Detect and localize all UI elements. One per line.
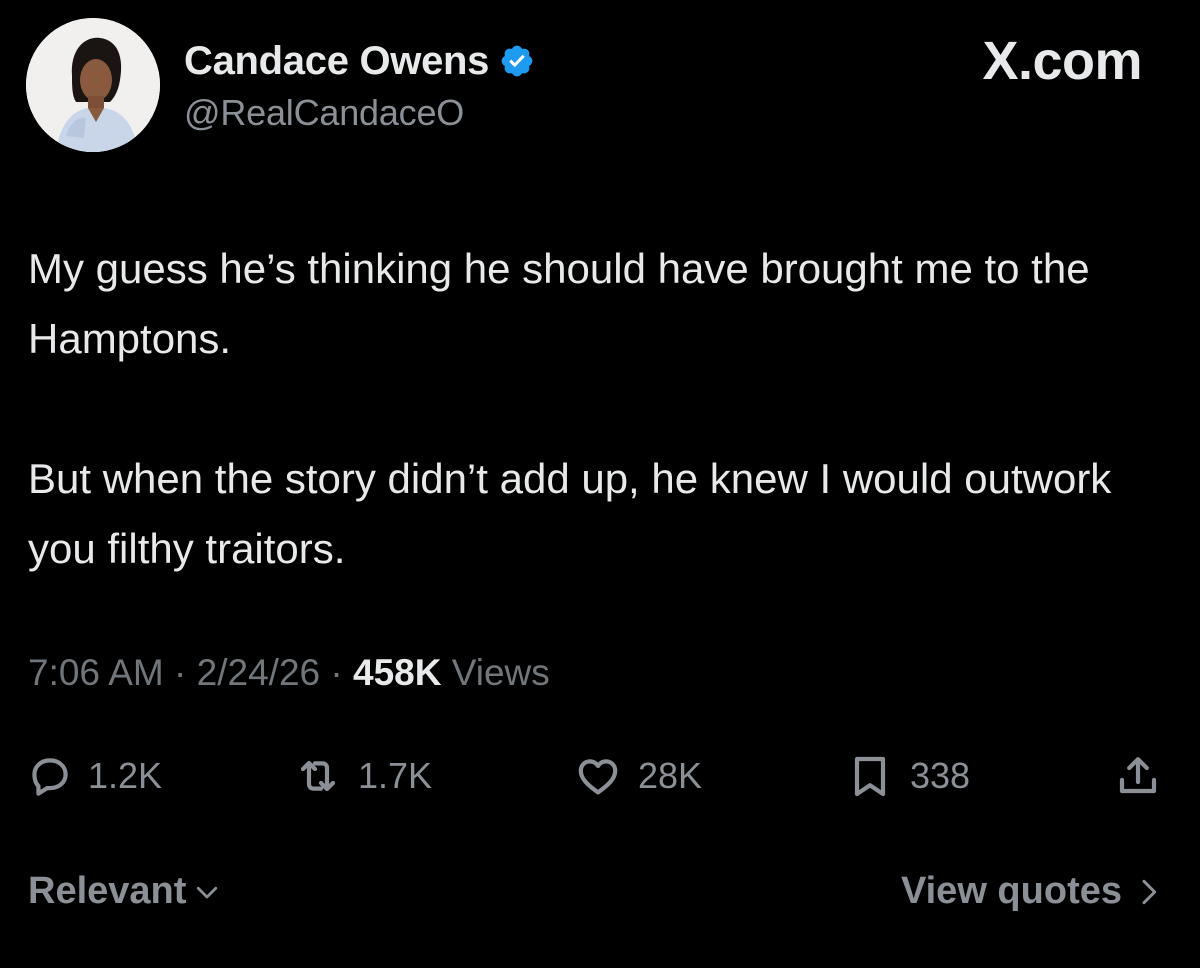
views-count[interactable]: 458K [353, 652, 441, 693]
meta-separator: · [163, 652, 197, 693]
repost-count: 1.7K [358, 755, 433, 796]
repost-icon [300, 760, 336, 792]
view-quotes-link[interactable]: View quotes [901, 870, 1164, 913]
repost-button[interactable]: 1.7K [294, 748, 432, 804]
action-bar: 1.2K 1.7K 28K 338 [0, 748, 1200, 804]
sort-replies-dropdown[interactable]: Relevant [28, 870, 222, 913]
author-handle[interactable]: @RealCandaceO [184, 92, 464, 134]
avatar-image [26, 18, 160, 152]
tweet-date[interactable]: 2/24/26 [197, 652, 320, 693]
avatar[interactable] [26, 18, 160, 152]
view-quotes-label: View quotes [900, 870, 1122, 912]
tweet-time[interactable]: 7:06 AM [28, 652, 164, 693]
like-count: 28K [638, 755, 703, 796]
author-display-name[interactable]: Candace Owens [184, 39, 489, 84]
chevron-right-icon [1142, 879, 1157, 904]
verified-badge-icon [499, 43, 535, 79]
share-button[interactable] [1114, 748, 1162, 804]
xcom-watermark: X.com [982, 31, 1142, 91]
sort-label: Relevant [28, 870, 187, 912]
bookmark-count: 338 [910, 755, 971, 796]
author-name-row[interactable]: Candace Owens [184, 38, 535, 84]
bookmark-icon [854, 756, 886, 797]
heart-icon [578, 759, 618, 795]
tweet-paragraph: But when the story didn’t add up, he kne… [28, 455, 1112, 572]
reply-count: 1.2K [88, 755, 163, 796]
chevron-down-icon [197, 886, 218, 898]
tweet-paragraph: My guess he’s thinking he should have br… [28, 245, 1090, 362]
share-icon [1119, 757, 1157, 794]
like-button[interactable]: 28K [574, 748, 702, 804]
views-label: Views [441, 652, 550, 693]
meta-separator: · [320, 652, 353, 693]
tweet-text: My guess he’s thinking he should have br… [28, 234, 1178, 584]
tweet-meta: 7:06 AM · 2/24/26 · 458K Views [28, 652, 550, 694]
bookmark-button[interactable]: 338 [846, 748, 970, 804]
reply-button[interactable]: 1.2K [28, 748, 162, 804]
reply-icon [32, 758, 68, 796]
